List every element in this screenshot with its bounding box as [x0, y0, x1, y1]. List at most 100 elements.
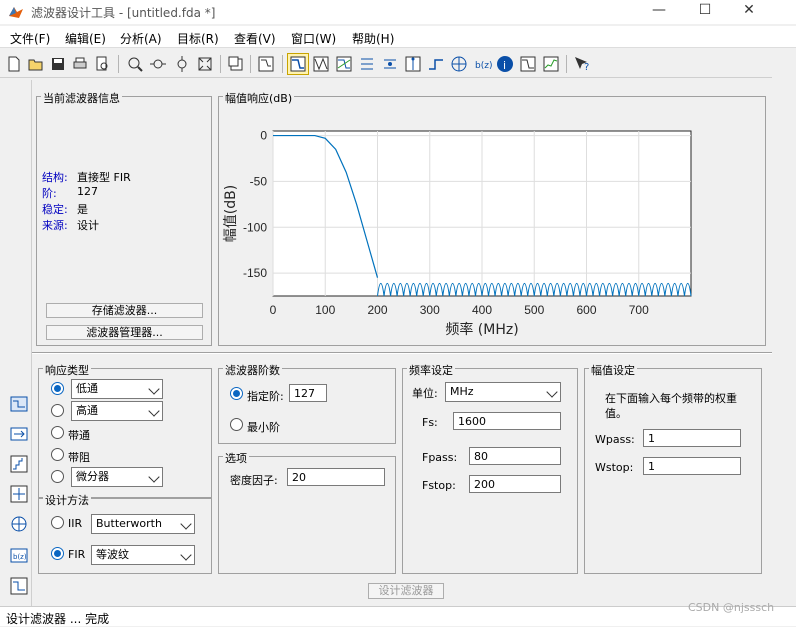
menu-analysis[interactable]: 分析(A) [120, 30, 162, 47]
fstop-input[interactable]: 200 [469, 475, 561, 493]
response-type-radio[interactable] [51, 404, 64, 417]
magnitude-phase-icon[interactable] [334, 54, 354, 74]
response-type-radio[interactable] [51, 448, 64, 461]
pole-zero-icon[interactable] [449, 54, 469, 74]
step-response-icon[interactable] [426, 54, 446, 74]
minimize-button[interactable]: — [636, 0, 682, 22]
status-bar: 设计滤波器 ... 完成 CSDN @njsssch [0, 601, 796, 626]
panel-title: 滤波器阶数 [223, 362, 282, 378]
transform-filter-icon[interactable] [9, 424, 29, 444]
panel-title: 频率设定 [407, 362, 455, 378]
quantization-icon[interactable] [9, 454, 29, 474]
menu-help[interactable]: 帮助(H) [352, 30, 394, 47]
svg-text:?: ? [584, 62, 589, 73]
print-icon[interactable] [70, 54, 90, 74]
zoom-y-icon[interactable] [172, 54, 192, 74]
toolbar-separator [220, 55, 221, 73]
close-button[interactable]: ✕ [726, 0, 772, 22]
magnitude-estimate-icon[interactable] [518, 54, 538, 74]
specify-order-radio[interactable] [230, 387, 243, 400]
response-type-value: 高通 [76, 404, 98, 417]
whats-this-help-icon[interactable]: ? [572, 54, 592, 74]
stable-value: 是 [77, 203, 88, 216]
filter-coefficients-icon[interactable]: b(z) [472, 54, 492, 74]
import-filter-icon[interactable]: b(z) [9, 545, 29, 565]
menu-edit[interactable]: 编辑(E) [65, 30, 106, 47]
maximize-button[interactable]: ☐ [682, 0, 728, 22]
full-view-icon[interactable] [195, 54, 215, 74]
menu-view[interactable]: 查看(V) [234, 30, 276, 47]
fir-radio[interactable] [51, 547, 64, 560]
minimum-order-radio[interactable] [230, 418, 243, 431]
x-tick-label: 600 [576, 303, 596, 317]
iir-method-value: Butterworth [96, 517, 162, 530]
panel-title: 响应类型 [43, 362, 91, 378]
wstop-label: Wstop: [595, 461, 634, 474]
density-factor-label: 密度因子: [230, 474, 278, 487]
response-type-select[interactable]: 微分器 [71, 467, 163, 487]
stable-label: 稳定: [42, 203, 68, 216]
weight-note: 在下面输入每个频带的权重值。 [605, 392, 737, 420]
menu-targets[interactable]: 目标(R) [177, 30, 219, 47]
fs-input[interactable]: 1600 [453, 412, 561, 430]
full-view-analysis-icon[interactable] [256, 54, 276, 74]
specify-order-label: 指定阶: [247, 390, 284, 403]
wpass-input[interactable]: 1 [643, 429, 741, 447]
iir-label: IIR [68, 517, 83, 530]
menu-file[interactable]: 文件(F) [10, 30, 50, 47]
magnitude-response-panel: 幅值响应(dB) 0 100 200 300 400 500 600 700 0 -50 -100-… [218, 90, 766, 346]
response-type-value: 微分器 [76, 470, 109, 483]
order-input[interactable]: 127 [289, 384, 327, 402]
phase-delay-icon[interactable] [380, 54, 400, 74]
print-preview-icon[interactable] [92, 54, 112, 74]
svg-text:i: i [503, 59, 506, 72]
unit-select[interactable]: MHz [445, 382, 561, 402]
design-filter-icon[interactable] [9, 394, 29, 414]
x-tick-label: 700 [629, 303, 649, 317]
response-type-select[interactable]: 低通 [71, 379, 163, 399]
y-axis-label: 幅值(dB) [223, 185, 239, 242]
phase-response-icon[interactable] [311, 54, 331, 74]
response-type-panel: 响应类型 低通 高通 带通 带阻 微分器 [38, 362, 212, 498]
svg-text:b(z): b(z) [13, 553, 27, 561]
x-tick-label: 100 [315, 303, 335, 317]
structure-label: 结构: [42, 171, 68, 184]
zoom-x-icon[interactable] [148, 54, 168, 74]
title-bar: 滤波器设计工具 - [untitled.fda *] — ☐ ✕ [0, 0, 796, 24]
new-window-icon[interactable] [226, 54, 246, 74]
pole-zero-editor-icon[interactable] [9, 514, 29, 534]
fpass-label: Fpass: [422, 451, 458, 464]
fir-method-select[interactable]: 等波纹 [91, 545, 195, 565]
iir-method-select[interactable]: Butterworth [91, 514, 195, 534]
realize-model-icon[interactable] [9, 484, 29, 504]
round-off-noise-icon[interactable] [541, 54, 561, 74]
fir-label: FIR [68, 548, 86, 561]
filter-order-panel: 滤波器阶数 指定阶: 127 最小阶 [218, 362, 396, 444]
wstop-input[interactable]: 1 [643, 457, 741, 475]
new-file-icon[interactable] [4, 54, 24, 74]
density-factor-input[interactable]: 20 [287, 468, 385, 486]
open-folder-icon[interactable] [26, 54, 46, 74]
response-type-radio[interactable] [51, 426, 64, 439]
design-filter-button[interactable]: 设计滤波器 [368, 583, 444, 599]
multirate-icon[interactable] [9, 576, 29, 596]
impulse-response-icon[interactable] [403, 54, 423, 74]
zoom-in-icon[interactable] [125, 54, 145, 74]
source-value: 设计 [77, 219, 99, 232]
response-type-radio[interactable] [51, 470, 64, 483]
filter-manager-button[interactable]: 滤波器管理器... [46, 325, 203, 340]
iir-radio[interactable] [51, 516, 64, 529]
menu-window[interactable]: 窗口(W) [291, 30, 336, 47]
x-tick-label: 0 [270, 303, 277, 317]
save-icon[interactable] [48, 54, 68, 74]
store-filter-button[interactable]: 存储滤波器... [46, 303, 203, 318]
magnitude-response-icon[interactable] [287, 53, 309, 75]
fpass-input[interactable]: 80 [469, 447, 561, 465]
response-type-radio[interactable] [51, 382, 64, 395]
response-type-select[interactable]: 高通 [71, 401, 163, 421]
source-label: 来源: [42, 219, 68, 232]
filter-info-icon[interactable]: i [495, 54, 515, 74]
group-delay-icon[interactable] [357, 54, 377, 74]
fs-label: Fs: [422, 416, 438, 429]
status-text: 设计滤波器 ... 完成 [6, 612, 110, 626]
